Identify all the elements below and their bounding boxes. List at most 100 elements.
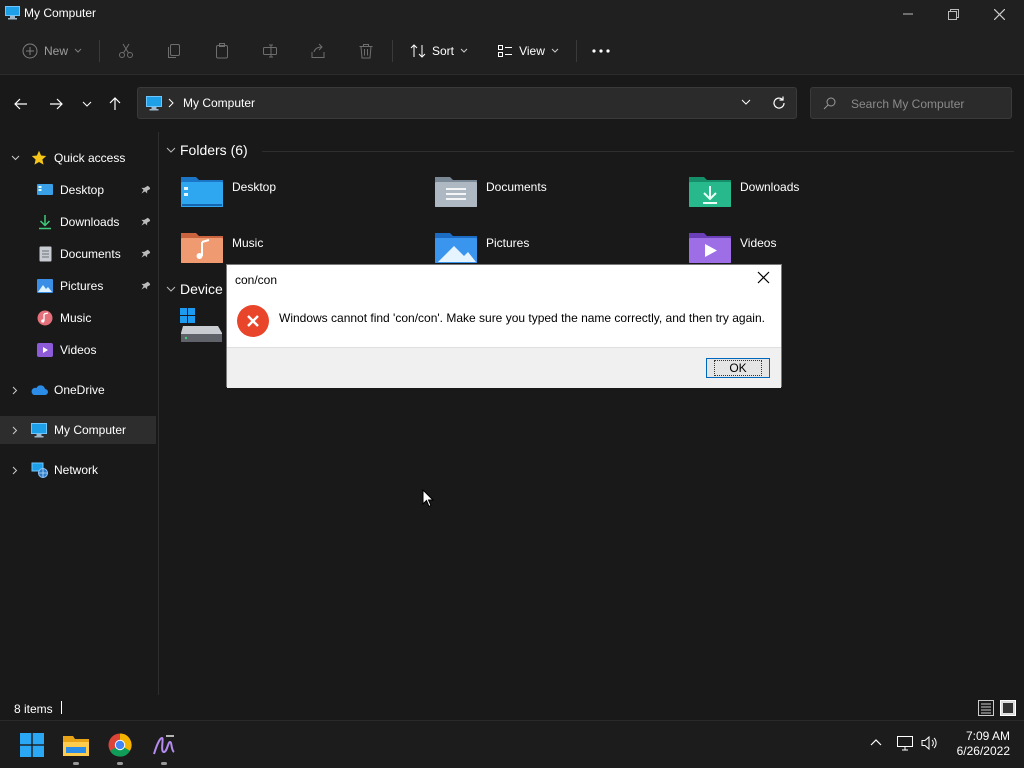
drive-item[interactable] — [180, 308, 224, 344]
clock[interactable]: 7:09 AM 6/26/2022 — [946, 729, 1010, 759]
running-indicator — [117, 762, 123, 765]
sort-arrows-icon — [410, 43, 426, 59]
tiles-view-icon — [1000, 700, 1016, 716]
download-arrow-icon — [36, 213, 54, 231]
network-status-button[interactable] — [896, 735, 914, 751]
more-options-button[interactable] — [588, 36, 614, 66]
star-icon — [30, 149, 48, 167]
cut-button[interactable] — [112, 36, 140, 66]
chevron-right-icon — [8, 386, 22, 395]
desktop-folder-icon — [36, 181, 54, 199]
sidebar-item-documents[interactable]: Documents — [0, 240, 156, 268]
sidebar-item-network[interactable]: Network — [0, 456, 156, 484]
status-divider — [61, 701, 62, 714]
item-count: 8 items — [14, 702, 53, 716]
address-history-button[interactable] — [741, 99, 751, 106]
address-bar[interactable]: My Computer — [137, 87, 797, 119]
taskbar-chrome[interactable] — [102, 727, 138, 765]
ok-button[interactable]: OK — [706, 358, 770, 378]
devices-group-header[interactable]: Device — [166, 281, 223, 297]
chevron-up-icon — [870, 738, 882, 746]
group-divider — [262, 151, 1014, 152]
sidebar-item-videos[interactable]: Videos — [0, 336, 156, 364]
error-dialog: con/con Windows cannot find 'con/con'. M… — [226, 264, 782, 388]
up-button[interactable] — [104, 93, 126, 115]
downloads-folder-icon — [688, 172, 732, 210]
sidebar-item-music[interactable]: Music — [0, 304, 156, 332]
navigation-pane: Quick access Desktop Downloads Documents… — [0, 132, 159, 695]
sidebar-item-onedrive[interactable]: OneDrive — [0, 376, 156, 404]
chevron-down-icon — [551, 48, 559, 54]
rename-button[interactable] — [256, 36, 284, 66]
pin-icon — [140, 185, 150, 195]
video-icon — [36, 341, 54, 359]
share-button[interactable] — [304, 36, 332, 66]
copy-button[interactable] — [160, 36, 188, 66]
taskbar-file-explorer[interactable] — [58, 727, 94, 765]
folders-group-header[interactable]: Folders (6) — [166, 142, 248, 158]
paste-button[interactable] — [208, 36, 236, 66]
videos-folder-icon — [688, 228, 732, 266]
recent-locations-button[interactable] — [76, 93, 98, 115]
navigation-bar: My Computer Search My Computer — [0, 75, 1024, 131]
arrow-left-icon — [14, 98, 28, 110]
taskbar-app-pen[interactable] — [146, 727, 182, 765]
sidebar-item-pictures[interactable]: Pictures — [0, 272, 156, 300]
folder-desktop[interactable]: Desktop — [180, 172, 430, 218]
folder-documents[interactable]: Documents — [434, 172, 684, 218]
view-button[interactable]: View — [492, 36, 564, 66]
back-button[interactable] — [10, 93, 32, 115]
show-hidden-icons-button[interactable] — [870, 738, 882, 746]
volume-button[interactable] — [921, 735, 939, 751]
restore-button[interactable] — [930, 0, 976, 28]
folder-label: Videos — [740, 236, 777, 250]
pictures-folder-icon — [434, 228, 478, 266]
search-input[interactable]: Search My Computer — [810, 87, 1012, 119]
new-label: New — [43, 44, 68, 58]
dialog-title: con/con — [235, 273, 278, 287]
chevron-down-icon — [8, 155, 22, 161]
delete-button[interactable] — [352, 36, 380, 66]
sidebar-item-desktop[interactable]: Desktop — [0, 176, 156, 204]
start-button[interactable] — [14, 727, 50, 763]
chevron-down-icon — [166, 147, 176, 154]
breadcrumb-my-computer[interactable]: My Computer — [183, 96, 255, 110]
details-view-button[interactable] — [978, 700, 994, 716]
new-button[interactable]: New — [16, 36, 88, 66]
sidebar-item-label: Quick access — [54, 151, 126, 165]
sort-button[interactable]: Sort — [404, 36, 474, 66]
chrome-icon — [108, 733, 132, 757]
sidebar-item-quick-access[interactable]: Quick access — [0, 144, 156, 172]
sidebar-item-label: Pictures — [60, 279, 104, 293]
breadcrumb-chevron-icon — [168, 98, 174, 108]
window-title: My Computer — [24, 6, 97, 20]
refresh-button[interactable] — [772, 96, 786, 110]
speaker-icon — [921, 735, 939, 751]
sidebar-item-label: Desktop — [60, 183, 105, 197]
computer-icon — [146, 96, 162, 111]
computer-icon — [30, 421, 48, 439]
close-window-button[interactable] — [976, 0, 1022, 28]
music-icon — [36, 309, 54, 327]
close-icon — [757, 271, 770, 284]
clipboard-icon — [214, 43, 230, 59]
group-label: Device — [180, 281, 223, 297]
forward-button[interactable] — [45, 93, 67, 115]
group-label: Folders (6) — [180, 142, 248, 158]
music-folder-icon — [180, 228, 224, 266]
file-explorer-icon — [63, 734, 89, 756]
minimize-button[interactable] — [885, 0, 931, 28]
rename-icon — [262, 43, 278, 59]
trash-icon — [358, 43, 374, 59]
view-label: View — [519, 44, 545, 58]
folder-downloads[interactable]: Downloads — [688, 172, 938, 218]
title-bar: My Computer — [0, 0, 1024, 28]
clock-date: 6/26/2022 — [956, 744, 1010, 758]
sidebar-item-label: Downloads — [60, 215, 120, 229]
sidebar-item-my-computer[interactable]: My Computer — [0, 416, 156, 444]
sidebar-item-label: My Computer — [54, 423, 127, 437]
sort-label: Sort — [431, 44, 454, 58]
sidebar-item-downloads[interactable]: Downloads — [0, 208, 156, 236]
large-icons-view-button[interactable] — [1000, 700, 1016, 716]
dialog-close-button[interactable] — [757, 271, 770, 284]
